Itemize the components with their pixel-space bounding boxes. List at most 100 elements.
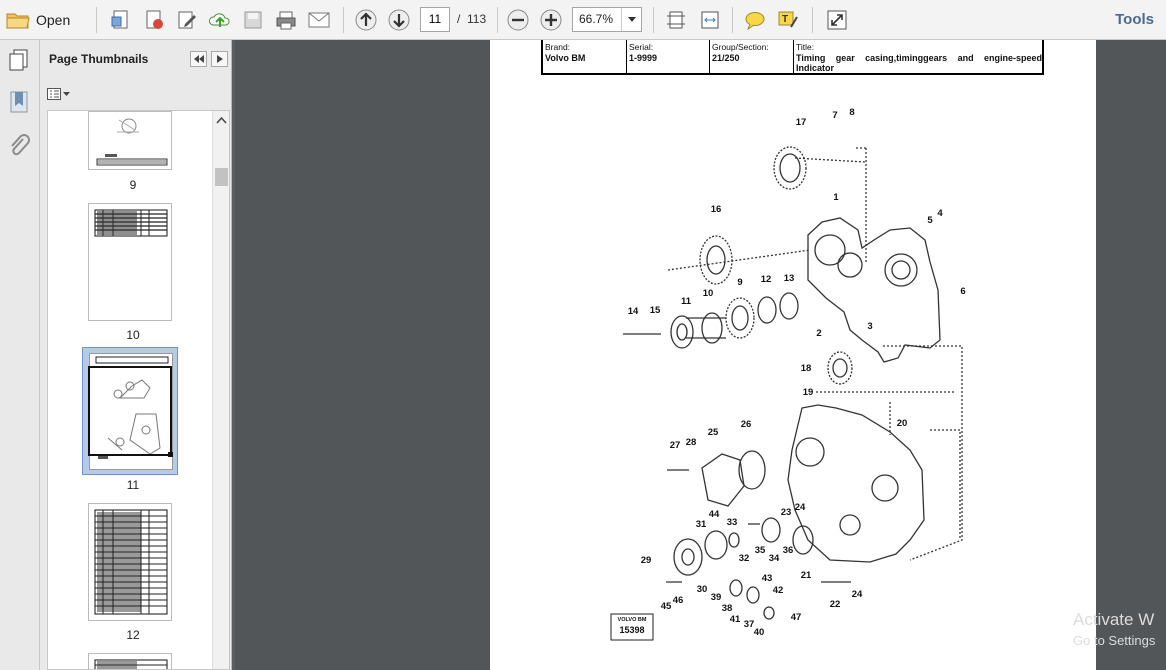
- create-pdf-button[interactable]: [108, 7, 134, 33]
- part-label-3: 3: [867, 321, 872, 332]
- part-label-10: 10: [703, 288, 714, 299]
- fullscreen-button[interactable]: [824, 7, 850, 33]
- part-label-47: 47: [791, 612, 802, 623]
- arrow-down-circle-icon: [388, 9, 410, 31]
- navigation-rail: [0, 40, 40, 670]
- toolbar-divider: [653, 7, 654, 33]
- panel-controls: [190, 51, 228, 67]
- chevron-right-icon: [216, 55, 223, 63]
- part-label-20: 20: [897, 418, 908, 429]
- panel-title: Page Thumbnails: [49, 52, 149, 66]
- main-toolbar: Open 11 / 113 66.7% T Tools: [0, 0, 1166, 40]
- part-label-6: 6: [960, 286, 965, 297]
- watermark-line1: Activate W: [1073, 610, 1155, 629]
- next-page-button[interactable]: [386, 7, 412, 33]
- bookmarks-tab[interactable]: [9, 90, 31, 121]
- stamp-number: 15398: [619, 625, 644, 635]
- zoom-in-button[interactable]: [538, 7, 564, 33]
- page-thumbnails-tab[interactable]: [7, 48, 31, 77]
- thumbnail-image: [94, 509, 168, 615]
- part-label-12: 12: [761, 274, 772, 285]
- thumbnails-panel: Page Thumbnails 9 10 11 12: [40, 40, 232, 670]
- part-label-27: 27: [670, 440, 681, 451]
- part-label-5: 5: [927, 215, 933, 226]
- part-label-44: 44: [709, 509, 720, 520]
- page-thumbnail-9[interactable]: [88, 111, 172, 170]
- part-label-43: 43: [762, 573, 773, 584]
- thumbnail-image: [96, 118, 168, 166]
- volvo-bm-stamp: VOLVO BM 15398: [610, 613, 654, 641]
- export-pdf-icon: [146, 10, 163, 29]
- collapse-panel-button[interactable]: [190, 51, 207, 67]
- comment-button[interactable]: [742, 7, 768, 33]
- thumbnail-label-12: 12: [126, 628, 140, 642]
- save-button[interactable]: [240, 7, 266, 33]
- part-label-39: 39: [711, 592, 722, 603]
- visible-area-frame: [88, 366, 172, 456]
- resize-handle[interactable]: [168, 452, 173, 457]
- open-button[interactable]: Open: [6, 7, 70, 33]
- page-thumbnail-13[interactable]: [88, 653, 172, 669]
- part-label-1: 1: [833, 192, 839, 203]
- part-label-45: 45: [661, 601, 672, 612]
- part-label-29: 29: [641, 555, 652, 566]
- part-label-15: 15: [650, 305, 661, 316]
- options-menu-icon: [47, 88, 61, 100]
- thumbnail-scrollbar[interactable]: [212, 111, 229, 669]
- page-thumbnail-10[interactable]: [88, 203, 172, 321]
- part-label-30: 30: [697, 584, 708, 595]
- page-thumbnail-12[interactable]: [88, 503, 172, 621]
- part-label-36: 36: [783, 545, 794, 556]
- thumbnail-label-10: 10: [126, 328, 140, 342]
- tools-button[interactable]: Tools: [1115, 11, 1154, 28]
- export-pdf-button[interactable]: [141, 7, 167, 33]
- chevron-down-icon: [621, 8, 641, 31]
- email-button[interactable]: [306, 7, 332, 33]
- zoom-select[interactable]: 66.7%: [572, 7, 642, 32]
- part-label-9: 9: [737, 277, 742, 288]
- minus-circle-icon: [507, 9, 529, 31]
- page-number-input[interactable]: 11: [420, 7, 450, 32]
- thumbnail-image: [94, 209, 168, 237]
- part-label-41: 41: [730, 614, 741, 625]
- highlight-text-icon: T: [778, 11, 798, 28]
- part-label-14: 14: [628, 306, 639, 317]
- part-label-37: 37: [744, 619, 755, 630]
- print-button[interactable]: [273, 7, 299, 33]
- zoom-out-button[interactable]: [505, 7, 531, 33]
- fit-width-button[interactable]: [697, 7, 723, 33]
- part-label-38: 38: [722, 603, 733, 614]
- page-thumbnail-11-selected[interactable]: [82, 347, 178, 475]
- part-label-11: 11: [681, 296, 692, 307]
- document-page: Brand: Volvo BM Serial: 1-9999 Group/Sec…: [490, 40, 1096, 670]
- edit-pdf-button[interactable]: [174, 7, 200, 33]
- page-count: / 113: [457, 12, 487, 26]
- part-label-33: 33: [727, 517, 738, 528]
- panel-splitter[interactable]: [232, 40, 235, 670]
- part-label-22: 22: [830, 599, 841, 610]
- thumbnail-options-button[interactable]: [47, 86, 73, 102]
- svg-text:T: T: [782, 14, 788, 25]
- chevron-up-icon: [216, 116, 227, 124]
- thumbnail-list[interactable]: 9 10 11 12: [47, 110, 230, 670]
- attachments-tab[interactable]: [9, 134, 31, 165]
- toolbar-divider: [732, 7, 733, 33]
- scrollbar-thumb[interactable]: [215, 168, 228, 186]
- previous-page-button[interactable]: [353, 7, 379, 33]
- double-chevron-left-icon: [193, 55, 204, 63]
- upload-button[interactable]: [207, 7, 233, 33]
- toolbar-divider: [497, 7, 498, 33]
- toolbar-divider: [343, 7, 344, 33]
- highlight-button[interactable]: T: [775, 7, 801, 33]
- part-label-25: 25: [708, 427, 719, 438]
- part-label-28: 28: [686, 437, 697, 448]
- exploded-parts-diagram: VOLVO BM 15398 1 2 3 4 5 6 7 8 9 10 11 1…: [610, 107, 966, 641]
- fit-page-button[interactable]: [663, 7, 689, 33]
- part-label-2: 2: [816, 328, 821, 339]
- thumbnail-label-9: 9: [129, 178, 137, 192]
- part-label-19: 19: [803, 387, 814, 398]
- comment-icon: [745, 12, 765, 30]
- bookmark-icon: [10, 91, 28, 113]
- expand-panel-button[interactable]: [211, 51, 228, 67]
- arrow-up-circle-icon: [355, 9, 377, 31]
